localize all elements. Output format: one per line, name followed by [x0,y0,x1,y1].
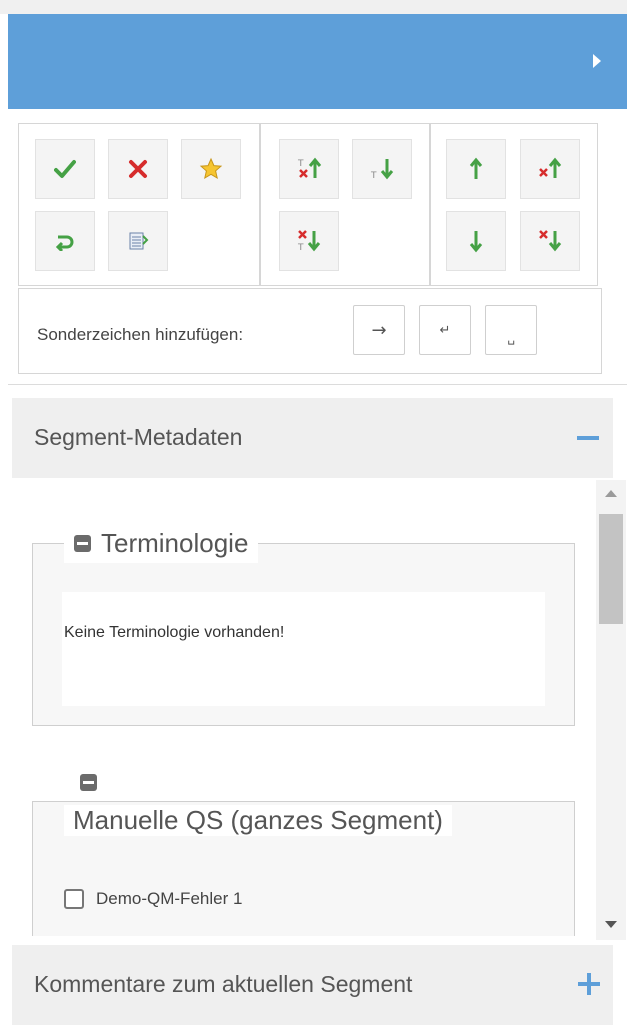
arrow-down-icon [469,231,483,253]
expand-right-icon[interactable] [593,54,601,68]
terminology-empty-text: Keine Terminologie vorhanden! [64,624,285,641]
spreadsheet-icon [129,232,149,250]
qs-item[interactable]: Demo-QM-Fehler 1 [64,889,242,909]
special-chars-label: Sonderzeichen hinzufügen: [37,325,244,344]
collapse-icon[interactable] [80,774,97,791]
scroll-down-arrow-icon[interactable] [605,921,617,928]
comments-panel-header[interactable]: Kommentare zum aktuellen Segment [12,945,613,1025]
scroll-clip [12,936,596,945]
svg-text:T: T [297,243,304,253]
manual-qs-legend: Manuelle QS (ganzes Segment) [64,805,452,836]
top-strip [0,0,627,14]
cancel-x-icon [129,160,147,178]
scroll-thumb[interactable] [599,514,623,624]
insert-space-button[interactable]: ␣ [485,305,537,355]
save-segment-button[interactable] [35,139,95,199]
terminology-legend-text: Terminologie [101,527,249,558]
save-go-prev-icon: T [297,157,322,178]
expand-plus-icon[interactable] [578,973,600,995]
collapse-minus-icon[interactable] [577,436,599,440]
cancel-button[interactable] [108,139,168,199]
insert-tab-button[interactable]: → [353,305,405,355]
qs-item-label: Demo-QM-Fehler 1 [96,889,243,908]
special-chars-toolbar: Sonderzeichen hinzufügen: → ↵ ␣ [18,288,602,374]
toolbar-group-segment-actions [18,123,260,286]
terminology-content: Keine Terminologie vorhanden! [62,592,545,706]
vertical-scrollbar[interactable] [596,480,626,940]
comments-title: Kommentare zum aktuellen Segment [34,971,413,997]
segment-metadata-title: Segment-Metadaten [34,424,243,450]
reset-segment-button[interactable] [35,211,95,271]
scroll-up-arrow-icon[interactable] [605,490,617,497]
insert-newline-button[interactable]: ↵ [419,305,471,355]
star-icon [199,157,223,180]
segment-metadata-panel-header[interactable]: Segment-Metadaten [12,398,613,478]
spreadsheet-button[interactable] [108,211,168,271]
save-go-next-filtered-icon: T [297,230,321,253]
svg-text:T: T [370,171,377,181]
save-go-next-filtered-button[interactable]: T [279,211,339,271]
toolbar-group-navigate [430,123,598,286]
save-go-prev-button[interactable]: T [279,139,339,199]
go-next-button[interactable]: T [352,139,412,199]
go-next-icon: T [370,159,394,181]
cancel-go-prev-icon [539,157,562,178]
save-check-icon [54,160,76,178]
svg-text:T: T [297,159,304,169]
cancel-go-prev-button[interactable] [520,139,580,199]
qs-checkbox[interactable] [64,889,84,909]
divider [8,384,627,385]
go-prev-button[interactable] [446,139,506,199]
collapse-icon[interactable] [74,534,91,552]
terminology-legend[interactable]: Terminologie [64,523,259,563]
cancel-go-next-icon [539,230,562,252]
reset-arrow-icon [55,235,74,251]
cancel-go-next-button[interactable] [520,211,580,271]
go-next-segment-button[interactable] [446,211,506,271]
watch-segment-button[interactable] [181,139,241,199]
editor-panel-header[interactable] [8,14,627,109]
toolbar-group-save-navigate: T T T [260,123,430,286]
arrow-up-icon [469,157,483,179]
